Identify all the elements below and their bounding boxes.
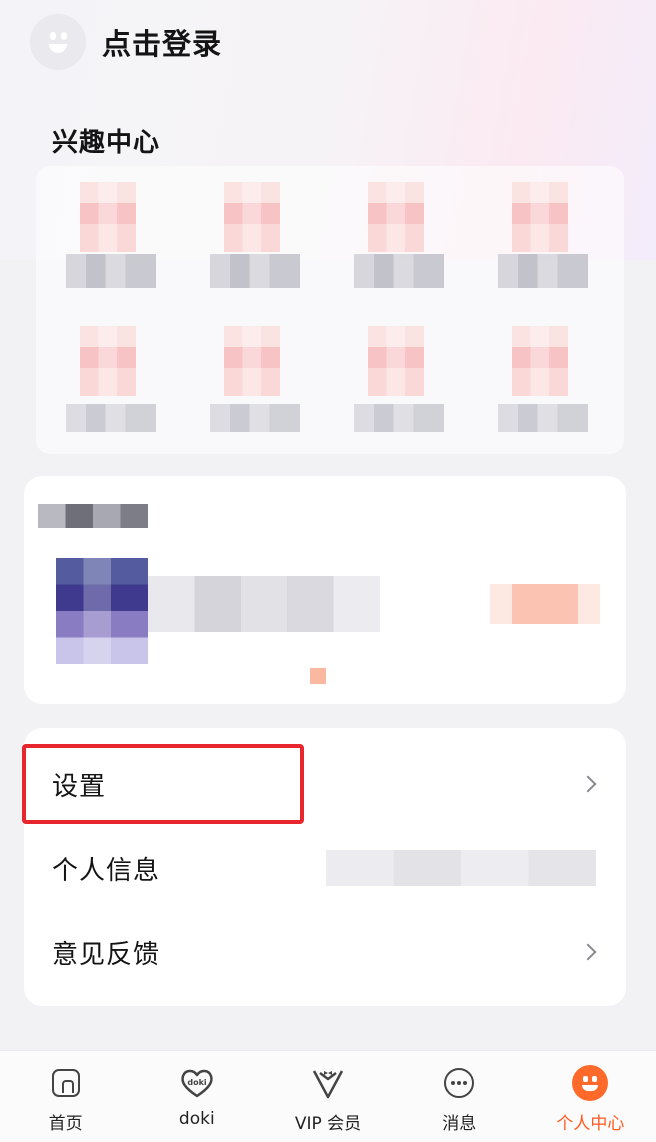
- interest-label-blurred: [354, 254, 444, 288]
- tab-messages[interactable]: 消息: [394, 1051, 525, 1142]
- tab-home-label: 首页: [48, 1114, 83, 1134]
- personal-info-row[interactable]: 个人信息: [24, 828, 626, 908]
- interest-tile[interactable]: [484, 316, 594, 440]
- bottom-tab-bar: 首页 doki doki VIP 会员 消息 个人中心: [0, 1050, 656, 1142]
- chevron-right-icon: [579, 943, 597, 961]
- tab-vip-label: VIP 会员: [294, 1114, 362, 1134]
- interest-thumbnail: [512, 326, 568, 396]
- tab-home[interactable]: 首页: [0, 1051, 131, 1142]
- interest-label-blurred: [498, 254, 588, 288]
- tab-doki[interactable]: doki doki: [131, 1051, 262, 1142]
- interest-label-blurred: [210, 254, 300, 288]
- profile-icon: [572, 1065, 609, 1101]
- login-link[interactable]: 点击登录: [102, 21, 222, 63]
- feedback-row[interactable]: 意见反馈: [24, 912, 626, 992]
- interest-grid: [36, 166, 624, 454]
- interest-tile[interactable]: [196, 316, 306, 440]
- interest-tile[interactable]: [340, 316, 450, 440]
- pager-dot: [310, 668, 326, 684]
- record-title-blurred: [38, 504, 148, 528]
- tab-profile-label: 个人中心: [556, 1114, 625, 1134]
- tab-doki-label: doki: [178, 1109, 215, 1129]
- interest-label-blurred: [354, 404, 444, 432]
- interest-thumbnail: [512, 182, 568, 252]
- interest-thumbnail: [368, 326, 424, 396]
- record-action-button-blurred[interactable]: [490, 584, 600, 624]
- interest-tile[interactable]: [340, 172, 450, 296]
- interest-tile[interactable]: [52, 172, 162, 296]
- interest-label-blurred: [498, 404, 588, 432]
- interest-tile[interactable]: [484, 172, 594, 296]
- tab-messages-label: 消息: [442, 1114, 477, 1134]
- avatar[interactable]: [30, 14, 86, 70]
- message-icon: [441, 1065, 477, 1101]
- tab-vip[interactable]: VIP 会员: [262, 1051, 393, 1142]
- interest-thumbnail: [368, 182, 424, 252]
- vip-icon: [310, 1065, 346, 1101]
- feedback-label: 意见反馈: [52, 939, 161, 970]
- settings-highlight-box: [22, 744, 304, 824]
- doki-heart-icon: doki: [179, 1065, 215, 1101]
- interest-tile[interactable]: [196, 172, 306, 296]
- interest-label-blurred: [210, 404, 300, 432]
- interest-thumbnail: [80, 182, 136, 252]
- personal-info-label: 个人信息: [52, 855, 161, 886]
- interest-label-blurred: [66, 404, 156, 432]
- interest-tile[interactable]: [52, 316, 162, 440]
- svg-text:doki: doki: [187, 1078, 207, 1087]
- interest-center-title: 兴趣中心: [52, 128, 161, 158]
- record-thumbnail[interactable]: [56, 558, 148, 664]
- tab-profile[interactable]: 个人中心: [525, 1051, 656, 1142]
- watch-record-card[interactable]: [24, 476, 626, 704]
- interest-thumbnail: [224, 326, 280, 396]
- login-header[interactable]: 点击登录: [30, 14, 222, 70]
- interest-label-blurred: [66, 254, 156, 288]
- interest-thumbnail: [80, 326, 136, 396]
- record-text-blurred: [148, 576, 380, 632]
- interest-thumbnail: [224, 182, 280, 252]
- personal-info-value-blurred: [326, 850, 596, 886]
- home-icon: [48, 1065, 84, 1101]
- chevron-right-icon: [579, 775, 597, 793]
